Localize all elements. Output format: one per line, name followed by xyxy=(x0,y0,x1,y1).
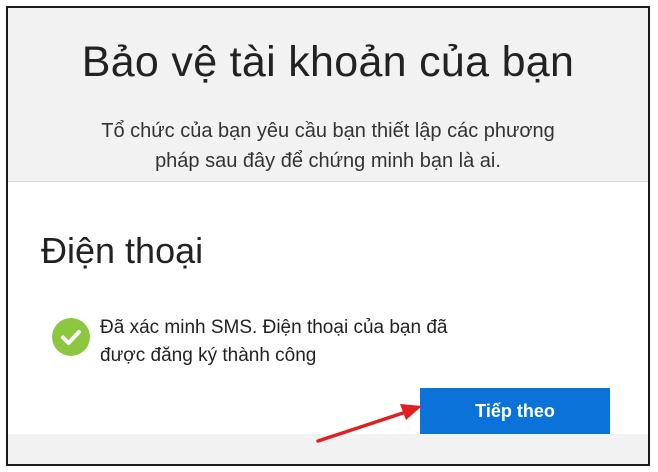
header-section: Bảo vệ tài khoản của bạn Tổ chức của bạn… xyxy=(8,8,648,181)
status-line-2: được đăng ký thành công xyxy=(100,345,317,366)
next-button[interactable]: Tiếp theo xyxy=(420,388,610,434)
card-title: Điện thoại xyxy=(41,230,204,271)
verification-status: Đã xác minh SMS. Điện thoại của bạn đã đ… xyxy=(100,314,620,370)
subtitle-line-2: pháp sau đây để chứng minh bạn là ai. xyxy=(155,150,501,172)
page-subtitle: Tổ chức của bạn yêu cầu bạn thiết lập cá… xyxy=(28,116,628,176)
footer-strip xyxy=(8,434,648,464)
checkmark-icon xyxy=(52,318,90,356)
phone-method-card: Điện thoại Đã xác minh SMS. Điện thoại c… xyxy=(8,182,648,434)
page-title: Bảo vệ tài khoản của bạn xyxy=(81,38,575,86)
status-line-1: Đã xác minh SMS. Điện thoại của bạn đã xyxy=(100,317,448,338)
dialog-frame: Bảo vệ tài khoản của bạn Tổ chức của bạn… xyxy=(6,6,650,466)
subtitle-line-1: Tổ chức của bạn yêu cầu bạn thiết lập cá… xyxy=(101,120,555,142)
